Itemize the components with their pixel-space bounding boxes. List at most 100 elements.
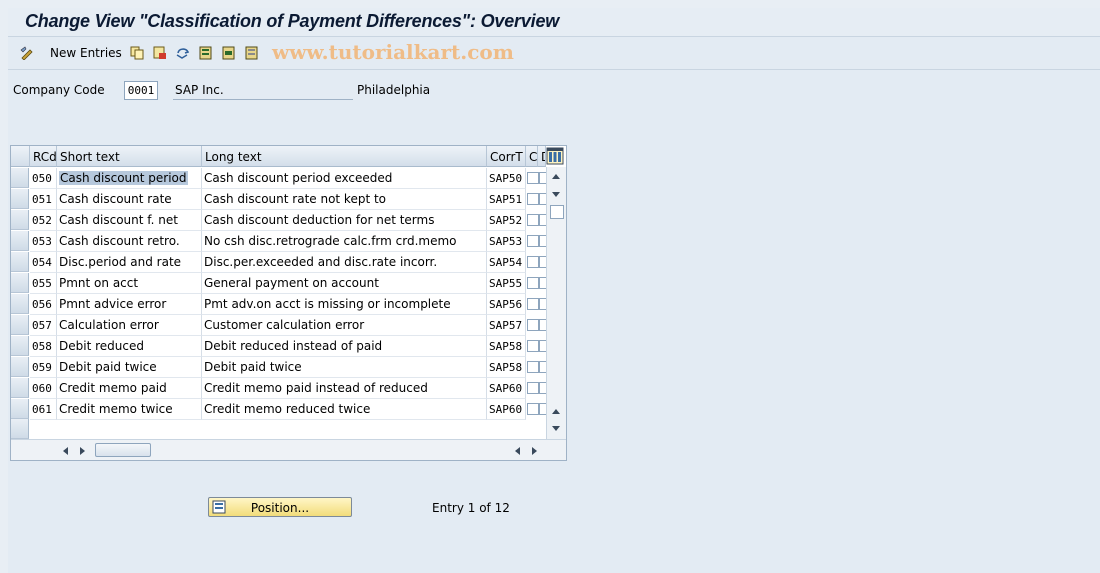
page-up-icon[interactable] [551,407,561,415]
checkbox-c[interactable] [527,403,539,415]
copy-as-icon[interactable] [130,46,144,60]
row-selector[interactable] [11,378,29,398]
new-entries-button[interactable]: New Entries [50,46,122,60]
checkbox-c[interactable] [527,277,539,289]
cell-corrt[interactable]: SAP55 [487,273,526,294]
column-header-c[interactable]: C [526,146,538,167]
checkbox-d[interactable] [539,340,546,352]
cell-short[interactable]: Calculation error [57,315,202,336]
undo-change-icon[interactable] [176,46,190,60]
checkbox-c[interactable] [527,214,539,226]
row-selector[interactable] [11,189,29,209]
cell-corrt[interactable]: SAP60 [487,399,526,420]
cell-long[interactable]: Cash discount rate not kept to [202,189,487,210]
checkbox-d[interactable] [539,361,546,373]
cell-corrt[interactable]: SAP54 [487,252,526,273]
column-header-long-text[interactable]: Long text [202,146,487,167]
cell-corrt[interactable]: SAP50 [487,168,526,189]
cell-long[interactable]: Credit memo reduced twice [202,399,487,420]
cell-long[interactable]: Disc.per.exceeded and disc.rate incorr. [202,252,487,273]
cell-long[interactable]: No csh disc.retrograde calc.frm crd.memo [202,231,487,252]
cell-corrt[interactable]: SAP52 [487,210,526,231]
row-selector[interactable] [11,294,29,314]
checkbox-c[interactable] [527,193,539,205]
checkbox-c[interactable] [527,361,539,373]
select-all-rows-header[interactable] [11,146,30,167]
scroll-thumb[interactable] [550,205,564,219]
checkbox-c[interactable] [527,172,539,184]
checkbox-c[interactable] [527,382,539,394]
cell-short[interactable]: Credit memo paid [57,378,202,399]
row-selector[interactable] [11,210,29,230]
cell-corrt[interactable]: SAP53 [487,231,526,252]
row-selector[interactable] [11,357,29,377]
checkbox-d[interactable] [539,319,546,331]
checkbox-d[interactable] [539,214,546,226]
row-selector[interactable] [11,273,29,293]
checkbox-d[interactable] [539,172,546,184]
row-selector[interactable] [11,231,29,251]
change-display-icon[interactable] [20,46,34,60]
cell-short[interactable]: Cash discount period [57,168,202,189]
row-selector[interactable] [11,336,29,356]
cell-corrt[interactable]: SAP56 [487,294,526,315]
scroll-right-icon[interactable] [79,446,87,456]
row-selector[interactable] [11,315,29,335]
column-header-rcd[interactable]: RCd [30,146,57,167]
cell-corrt[interactable]: SAP58 [487,357,526,378]
cell-short[interactable]: Pmnt advice error [57,294,202,315]
cell-short[interactable]: Disc.period and rate [57,252,202,273]
checkbox-d[interactable] [539,277,546,289]
table-settings-icon[interactable] [546,147,564,165]
checkbox-d[interactable] [539,193,546,205]
page-down-icon[interactable] [551,425,561,433]
checkbox-c[interactable] [527,298,539,310]
checkbox-d[interactable] [539,382,546,394]
select-all-icon[interactable] [199,46,213,60]
row-selector[interactable] [11,168,29,188]
vertical-scrollbar[interactable] [546,167,566,439]
row-selector-empty[interactable] [11,419,29,439]
cell-corrt[interactable]: SAP58 [487,336,526,357]
checkbox-c[interactable] [527,340,539,352]
cell-short[interactable]: Pmnt on acct [57,273,202,294]
column-header-corrt[interactable]: CorrT [487,146,526,167]
column-header-short-text[interactable]: Short text [57,146,202,167]
cell-long[interactable]: Cash discount deduction for net terms [202,210,487,231]
checkbox-c[interactable] [527,256,539,268]
cell-short[interactable]: Cash discount retro. [57,231,202,252]
cell-short[interactable]: Debit reduced [57,336,202,357]
cell-short[interactable]: Credit memo twice [57,399,202,420]
scroll-left-end-icon[interactable] [513,446,521,456]
checkbox-d[interactable] [539,298,546,310]
cell-short[interactable]: Debit paid twice [57,357,202,378]
cell-long[interactable]: Pmt adv.on acct is missing or incomplete [202,294,487,315]
company-code-field[interactable]: 0001 [124,81,158,100]
cell-long[interactable]: General payment on account [202,273,487,294]
cell-long[interactable]: Cash discount period exceeded [202,168,487,189]
cell-long[interactable]: Credit memo paid instead of reduced [202,378,487,399]
row-selector[interactable] [11,252,29,272]
cell-short[interactable]: Cash discount rate [57,189,202,210]
scroll-left-icon[interactable] [61,446,69,456]
checkbox-d[interactable] [539,235,546,247]
cell-corrt[interactable]: SAP51 [487,189,526,210]
column-header-d[interactable]: D [538,146,546,167]
scroll-up-icon[interactable] [551,172,561,180]
horizontal-scrollbar[interactable] [11,439,566,460]
cell-short[interactable]: Cash discount f. net [57,210,202,231]
checkbox-c[interactable] [527,235,539,247]
delete-icon[interactable] [153,46,167,60]
checkbox-d[interactable] [539,256,546,268]
select-block-icon[interactable] [222,46,236,60]
checkbox-d[interactable] [539,403,546,415]
horizontal-scroll-thumb[interactable] [95,443,151,457]
scroll-right-end-icon[interactable] [531,446,539,456]
deselect-all-icon[interactable] [245,46,259,60]
position-button[interactable]: Position... [208,497,352,517]
cell-corrt[interactable]: SAP60 [487,378,526,399]
scroll-down-icon[interactable] [551,191,561,199]
row-selector[interactable] [11,399,29,419]
cell-corrt[interactable]: SAP57 [487,315,526,336]
cell-long[interactable]: Customer calculation error [202,315,487,336]
